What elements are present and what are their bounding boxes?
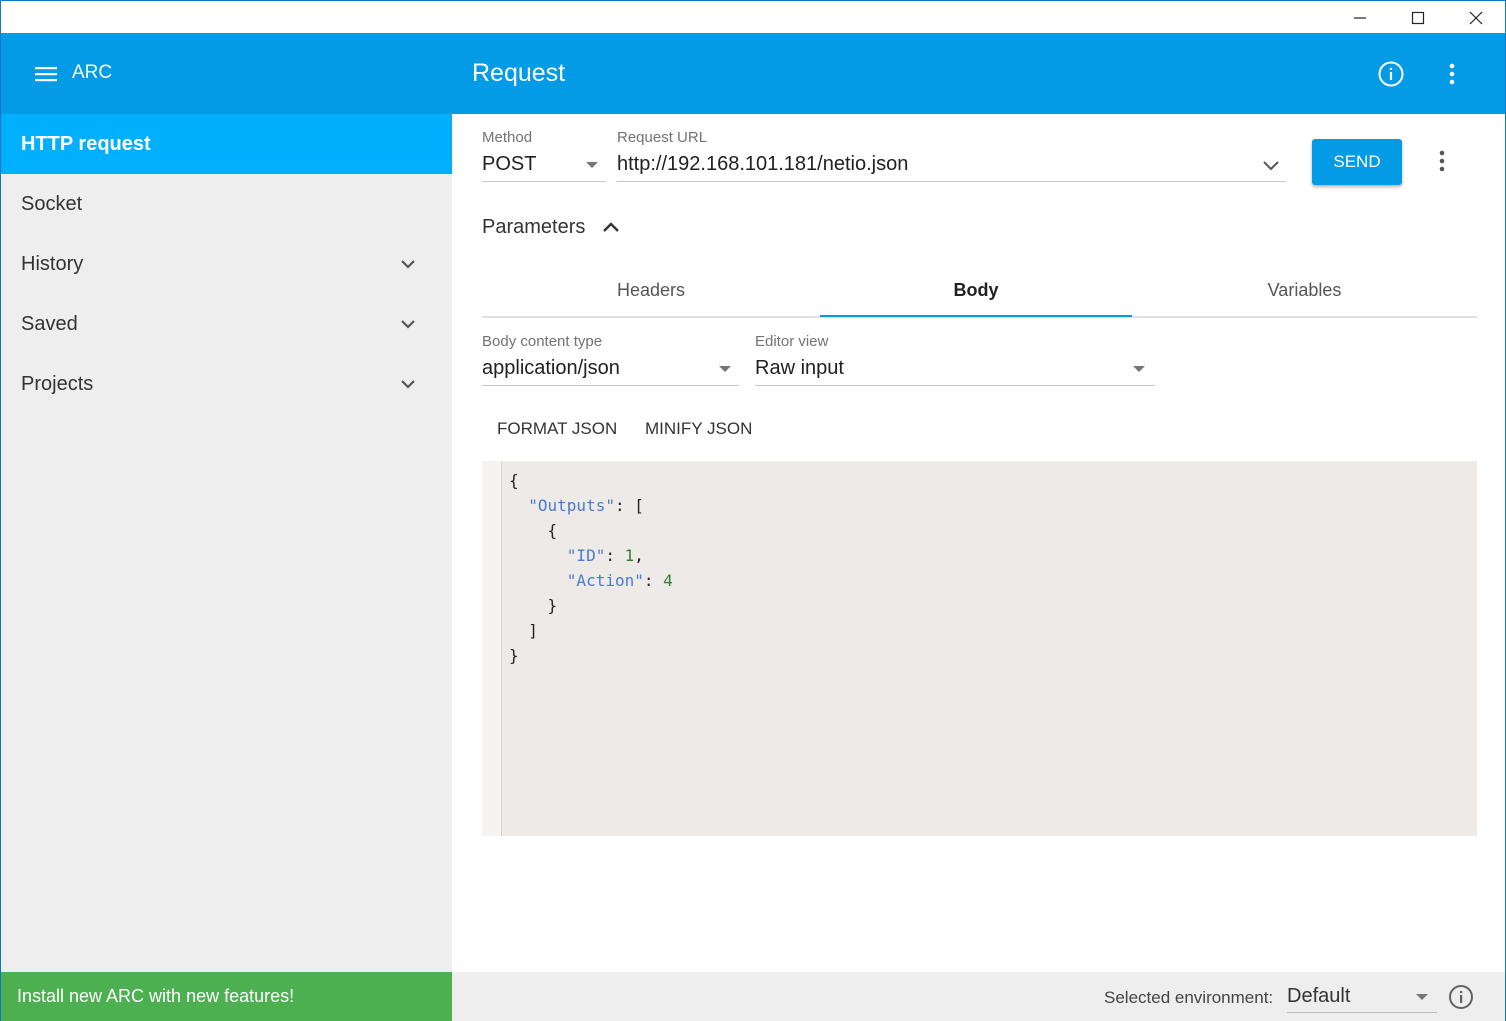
send-button[interactable]: SEND [1312,139,1402,185]
url-underline [617,181,1286,182]
tab-label: Variables [1267,279,1342,300]
chevron-down-icon[interactable] [1260,154,1282,176]
content-type-underline [482,385,739,386]
page-title: Request [472,59,566,87]
app-bar: ARC Request [1,33,1505,114]
sidebar-item-saved[interactable]: Saved [1,294,452,354]
sidebar-item-label: Projects [21,372,94,395]
environment-label: Selected environment: [1104,988,1274,1007]
minimize-icon[interactable] [1331,1,1389,34]
install-banner[interactable]: Install new ARC with new features! [1,972,452,1021]
sidebar-item-label: HTTP request [21,132,151,155]
dropdown-arrow-icon [1133,366,1145,372]
json-key-action: "Action" [566,571,644,590]
sidebar-item-projects[interactable]: Projects [1,354,452,414]
json-key-outputs: "Outputs" [528,496,615,515]
chevron-down-icon[interactable] [398,314,418,334]
dropdown-arrow-icon [1416,994,1428,1000]
editor-view-value: Raw input [755,357,844,379]
editor-view-underline [755,385,1155,386]
nav-drawer: HTTP request Socket History Saved Projec… [1,114,452,972]
url-value: http://192.168.101.181/netio.json [617,153,909,175]
json-key-id: "ID" [566,546,606,565]
content-type-label: Body content type [482,333,603,350]
more-vert-icon[interactable] [1441,61,1463,87]
more-vert-icon[interactable] [1431,148,1453,174]
sidebar-item-label: Socket [21,192,83,215]
tab-label: Headers [616,279,686,300]
info-icon[interactable] [1377,60,1405,88]
content-type-value: application/json [482,357,620,379]
tab-variables[interactable]: Variables [1132,264,1477,316]
app-window: ARC Request HTTP request Socket History [0,0,1506,1021]
sidebar-item-socket[interactable]: Socket [1,174,452,234]
tab-headers[interactable]: Headers [482,264,820,316]
dropdown-arrow-icon [719,366,731,372]
tab-indicator [820,315,1132,317]
send-button-label: SEND [1333,152,1381,171]
json-code: { "Outputs": [ { "ID": 1, "Action": 4 } … [509,471,673,665]
method-value: POST [482,153,537,175]
info-icon[interactable] [1448,984,1474,1010]
editor-view-label: Editor view [755,333,829,350]
chevron-down-icon[interactable] [398,254,418,274]
url-label: Request URL [617,129,708,146]
app-name: ARC [72,62,113,83]
parameters-tabs: Headers Body Variables [482,264,1477,318]
format-json-button[interactable]: FORMAT JSON [497,419,617,439]
editor-gutter [482,461,502,836]
method-underline [482,181,606,182]
method-label: Method [482,129,533,146]
minify-json-button[interactable]: MINIFY JSON [645,419,752,439]
sidebar-item-http-request[interactable]: HTTP request [1,114,452,174]
chevron-up-icon[interactable] [601,218,621,238]
title-bar [1,0,1505,33]
tab-label: Body [953,279,999,300]
sidebar-item-history[interactable]: History [1,234,452,294]
close-icon[interactable] [1447,1,1505,34]
parameters-label: Parameters [482,216,586,238]
install-banner-text: Install new ARC with new features! [17,986,295,1006]
chevron-down-icon[interactable] [398,374,418,394]
request-panel: Method POST Request URL http://192.168.1… [452,114,1505,972]
tab-body[interactable]: Body [820,264,1132,316]
maximize-icon[interactable] [1389,1,1447,34]
sidebar-item-label: History [21,252,84,275]
json-value-id: 1 [624,546,635,565]
json-value-action: 4 [663,571,673,590]
sidebar-item-label: Saved [21,312,78,335]
status-bar: Selected environment: Default [452,972,1505,1021]
dropdown-arrow-icon [586,162,598,168]
environment-underline [1287,1012,1437,1013]
hamburger-menu-icon[interactable] [33,61,59,87]
body-editor[interactable]: { "Outputs": [ { "ID": 1, "Action": 4 } … [482,461,1477,836]
environment-value: Default [1287,985,1351,1007]
